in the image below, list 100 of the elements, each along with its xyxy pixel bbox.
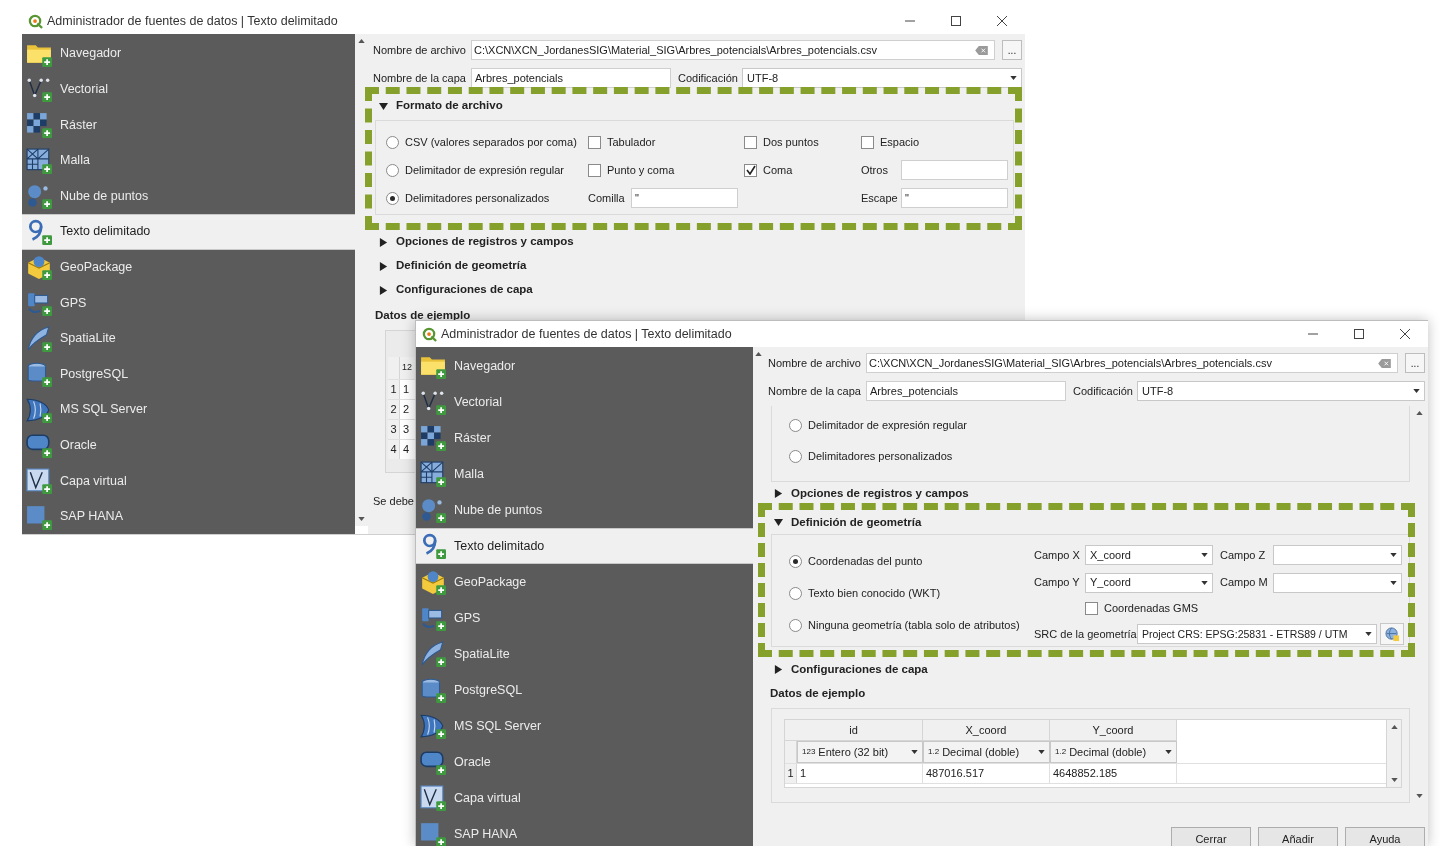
scroll-up-icon[interactable] [754,352,762,356]
sidebar-item[interactable]: Capa virtual [22,463,355,499]
sidebar-item[interactable]: SAP HANA [416,816,753,846]
section-header[interactable]: Opciones de registros y campos [768,483,973,504]
sidebar-item[interactable]: Oracle [22,427,355,464]
type-dropdown[interactable]: 1.2 Decimal (doble) [923,741,1050,763]
radio-button[interactable] [386,135,399,149]
crs-button[interactable] [1380,623,1404,646]
window-title: Administrador de fuentes de datos | Texto delimitado [441,325,732,343]
sidebar-item[interactable]: Nube de puntos [416,492,753,528]
checkbox[interactable] [744,163,757,177]
sidebar-item[interactable]: MS SQL Server [416,708,753,744]
section-title: Datos de ejemplo [374,308,472,324]
sidebar-item[interactable]: Malla [22,142,355,179]
field-label: Otros [861,162,889,178]
radio-label: Delimitador de expresión regular [808,417,967,433]
text-field[interactable]: Arbres_potencials [866,381,1066,401]
sidebar-item[interactable]: Ráster [22,107,355,143]
radio-button[interactable] [789,449,802,463]
checkbox-label: Espacio [880,134,920,150]
sidebar-item[interactable]: Vectorial [22,71,355,108]
sidebar-item[interactable]: Ráster [416,420,753,456]
sidebar-item[interactable]: SpatiaLite [416,636,753,672]
browse-button[interactable]: ... [1405,353,1425,373]
dropdown[interactable]: UTF-8 [1137,381,1425,401]
sidebar-item[interactable]: Nube de puntos [22,178,355,214]
section-header[interactable]: Opciones de registros y campos [373,232,578,252]
scroll-up-icon[interactable] [1390,725,1398,729]
caret-icon [1165,750,1172,754]
sidebar-item[interactable]: Texto delimitado [416,528,753,564]
sidebar-item[interactable]: MS SQL Server [22,391,355,428]
sidebar-item[interactable]: Capa virtual [416,780,753,816]
sidebar-item[interactable]: PostgreSQL [416,672,753,708]
text-field[interactable] [901,160,1008,180]
sidebar-item[interactable]: GeoPackage [416,564,753,600]
section-header[interactable]: Configuraciones de capa [373,280,537,300]
checkbox[interactable] [588,163,601,177]
sidebar-item[interactable]: Malla [416,456,753,492]
sidebar-item[interactable]: Navegador [416,348,753,384]
sidebar-item[interactable]: PostgreSQL [22,356,355,392]
clear-icon [975,45,988,55]
caret-icon [1390,553,1397,558]
scroll-down-icon[interactable] [1390,778,1398,782]
sidebar-item[interactable]: SpatiaLite [22,320,355,357]
checkbox[interactable] [1085,602,1098,616]
dialog-button[interactable]: Ayuda [1345,827,1425,846]
sidebar-item[interactable]: GeoPackage [22,249,355,286]
checkbox-label: Coma [763,162,793,178]
sidebar-item[interactable]: Navegador [22,36,355,72]
radio-label: Delimitadores personalizados [808,448,953,464]
radio-label: Delimitadores personalizados [405,190,550,206]
dropdown[interactable]: Y_coord [1085,572,1213,593]
section-header[interactable]: Definición de geometría [373,256,531,276]
type-dropdown[interactable]: 123 Entero (32 bit) [797,741,923,763]
scroll-down-icon[interactable] [358,517,365,521]
caret-icon [1010,76,1017,80]
file-path-field[interactable]: C:\XCN\XCN_JordanesSIG\Material_SIG\Arbres_potencials\Arbres_potencials.csv [866,353,1398,373]
dropdown[interactable]: X_coord [1085,545,1213,566]
section-header[interactable]: Definición de geometría [768,512,926,533]
dialog-button[interactable]: Cerrar [1171,827,1251,846]
dialog-button[interactable]: Añadir [1258,827,1338,846]
scroll-down-icon[interactable] [1415,794,1423,798]
column-header: id [785,720,923,741]
logo-icon [28,13,43,29]
dropdown[interactable]: Project CRS: EPSG:25831 - ETRS89 / UTM [1137,624,1377,645]
table-cell-text: 3 [402,422,410,438]
checkbox[interactable] [744,135,757,149]
text-field[interactable]: " [631,188,738,208]
sidebar-item[interactable]: SAP HANA [22,498,355,534]
file-path-field[interactable]: C:\XCN\XCN_JordanesSIG\Material_SIG\Arbres_potencials\Arbres_potencials.csv [471,40,995,60]
browse-button[interactable]: ... [1002,40,1022,60]
section-header[interactable]: Configuraciones de capa [768,659,932,680]
sidebar-item[interactable]: Oracle [416,744,753,780]
checkbox[interactable] [861,135,874,149]
scroll-up-icon[interactable] [358,39,365,43]
scroll-up-icon[interactable] [1415,411,1423,415]
checkbox[interactable] [588,135,601,149]
caret-icon [1413,389,1420,393]
sidebar-item[interactable]: GPS [22,285,355,321]
text-field[interactable]: " [901,188,1008,208]
sidebar-item[interactable]: Texto delimitado [22,213,355,250]
type-dropdown[interactable]: 1.2 Decimal (doble) [1050,741,1177,763]
sidebar-item[interactable]: Vectorial [416,384,753,420]
radio-button[interactable] [789,586,802,600]
expand-arrow-icon [379,261,388,271]
radio-button[interactable] [789,418,802,432]
vector-icon [420,785,446,811]
field-label: Codificación [1073,383,1134,399]
radio-button[interactable] [386,191,399,205]
radio-button[interactable] [789,554,802,568]
sidebar-item[interactable]: GPS [416,600,753,636]
dropdown[interactable]: UTF-8 [742,68,1022,88]
radio-button[interactable] [789,618,802,632]
section-header[interactable]: Formato de archivo [373,96,507,116]
clear-icon [1378,358,1391,368]
text-field[interactable]: Arbres_potencials [471,68,671,88]
comma-icon [420,533,446,559]
row-number: 4 [388,440,400,459]
radio-button[interactable] [386,163,399,177]
radio-label: CSV (valores separados por coma) [405,134,577,150]
